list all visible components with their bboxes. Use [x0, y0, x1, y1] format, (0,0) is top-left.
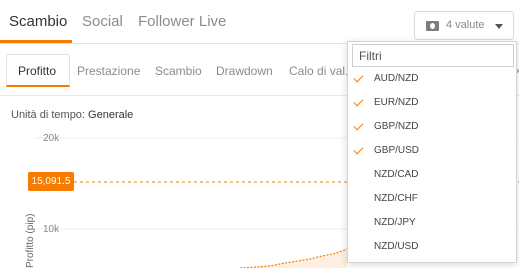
currency-option[interactable]: NZD/JPY — [348, 212, 516, 236]
filter-input[interactable] — [352, 44, 514, 67]
profit-area — [240, 249, 347, 268]
currency-filter-label: 4 valute — [446, 19, 485, 31]
currency-option-label: GBP/NZD — [374, 121, 419, 132]
time-unit-value[interactable]: Generale — [88, 109, 133, 121]
currency-option-label: NZD/USD — [374, 241, 419, 252]
subtab-profitto[interactable]: Profitto — [18, 64, 56, 78]
currency-option[interactable]: NZD/CAD — [348, 164, 516, 188]
currency-option[interactable]: NZD/CHF — [348, 188, 516, 212]
currency-option-label: NZD/CHF — [374, 193, 418, 204]
cash-icon — [426, 21, 439, 31]
time-unit-label: Unità di tempo: — [11, 109, 85, 121]
subtab-scambio[interactable]: Scambio — [155, 64, 202, 78]
current-value-badge: 15,091.5 — [28, 172, 74, 191]
check-icon — [353, 72, 364, 83]
currency-option-label: AUD/NZD — [374, 73, 419, 84]
check-icon — [353, 144, 364, 155]
tab-follower-live[interactable]: Follower Live — [138, 13, 226, 30]
currency-option[interactable]: AUD/NZD — [348, 68, 516, 92]
tab-social[interactable]: Social — [82, 13, 123, 30]
currency-dropdown: AUD/NZD EUR/NZD GBP/NZD GBP/USD NZD/CAD NZD/C… — [347, 41, 517, 263]
currency-option[interactable]: EUR/NZD — [348, 92, 516, 116]
currency-option[interactable]: GBP/NZD — [348, 116, 516, 140]
subtab-prestazione[interactable]: Prestazione — [77, 64, 140, 78]
currency-option[interactable]: NZD/USD — [348, 236, 516, 260]
subtab-calo-di-val[interactable]: Calo di val. — [289, 64, 348, 78]
currency-option-label: NZD/JPY — [374, 217, 416, 228]
time-unit: Unità di tempo: Generale — [11, 109, 133, 121]
ytick-10k: 10k — [43, 224, 60, 235]
currency-option[interactable]: GBP/USD — [348, 140, 516, 164]
currency-option-label: EUR/NZD — [374, 97, 419, 108]
y-axis-label: Profitto (pip) — [25, 214, 36, 268]
ytick-20k: 20k — [43, 133, 60, 144]
check-icon — [353, 120, 364, 131]
tab-scambio[interactable]: Scambio — [9, 13, 67, 30]
currency-option-label: GBP/USD — [374, 145, 420, 156]
active-tab-indicator — [0, 40, 72, 43]
check-icon — [353, 96, 364, 107]
subtab-drawdown[interactable]: Drawdown — [216, 64, 273, 78]
currency-option-label: NZD/CAD — [374, 169, 419, 180]
caret-down-icon — [495, 24, 503, 29]
currency-filter-button[interactable]: 4 valute — [414, 11, 514, 40]
